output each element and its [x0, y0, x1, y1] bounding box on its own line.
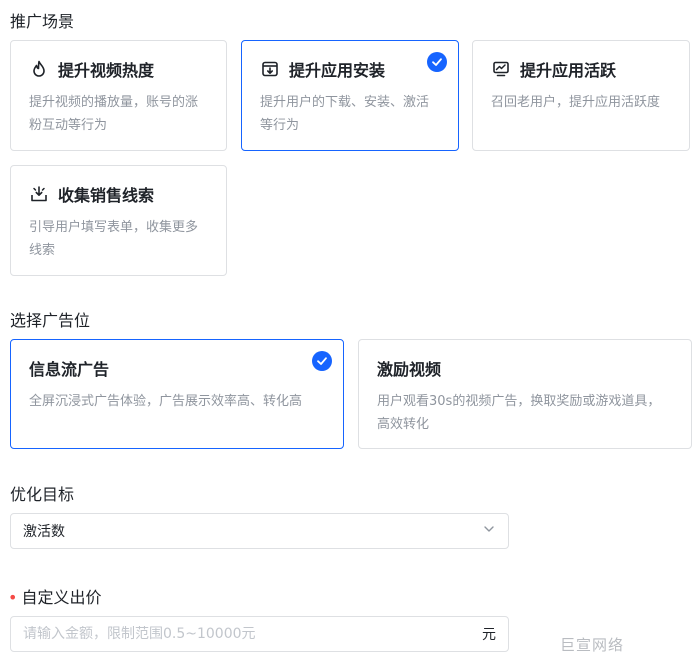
ad-card-reward-video[interactable]: 激励视频 用户观看30s的视频广告，换取奖励或游戏道具，高效转化	[358, 339, 692, 449]
ad-card-title: 信息流广告	[29, 360, 110, 379]
custom-bid-label: 自定义出价	[21, 588, 102, 607]
selected-check-icon	[427, 52, 447, 72]
collect-tray-icon	[29, 184, 49, 204]
scene-card-title: 提升应用安装	[289, 61, 386, 80]
ad-card-desc: 全屏沉浸式广告体验，广告展示效率高、转化高	[29, 394, 303, 409]
scene-card-desc: 引导用户填写表单，收集更多线索	[29, 220, 199, 258]
optimize-goal-value: 激活数	[23, 524, 65, 540]
ad-card-title: 激励视频	[377, 360, 442, 379]
scene-card-sales-leads[interactable]: 收集销售线索 引导用户填写表单，收集更多线索	[10, 165, 227, 276]
scene-card-desc: 提升视频的播放量，账号的涨粉互动等行为	[29, 95, 199, 133]
custom-bid-input[interactable]	[23, 626, 482, 642]
optimize-goal-select[interactable]: 激活数	[10, 513, 509, 549]
scene-card-title: 提升应用活跃	[520, 61, 617, 80]
monitor-chart-icon	[491, 59, 511, 79]
ad-card-desc: 用户观看30s的视频广告，换取奖励或游戏道具，高效转化	[377, 394, 661, 432]
custom-bid-field[interactable]: 元	[10, 616, 509, 652]
promo-scene-title: 推广场景	[10, 12, 75, 31]
scene-card-app-active[interactable]: 提升应用活跃 召回老用户，提升应用活跃度	[472, 40, 690, 151]
scene-card-desc: 召回老用户，提升应用活跃度	[491, 95, 661, 110]
flame-icon	[29, 59, 49, 79]
ad-position-title: 选择广告位	[10, 311, 91, 330]
ad-card-feed[interactable]: 信息流广告 全屏沉浸式广告体验，广告展示效率高、转化高	[10, 339, 344, 449]
scene-card-desc: 提升用户的下载、安装、激活等行为	[260, 95, 430, 133]
scene-card-app-install[interactable]: 提升应用安装 提升用户的下载、安装、激活等行为	[241, 40, 459, 151]
scene-card-title: 提升视频热度	[58, 61, 155, 80]
download-box-icon	[260, 59, 280, 79]
custom-bid-title: • 自定义出价	[8, 584, 101, 608]
bid-unit: 元	[482, 627, 496, 643]
required-mark: •	[8, 588, 18, 607]
chevron-down-icon	[482, 522, 496, 540]
scene-card-video-heat[interactable]: 提升视频热度 提升视频的播放量，账号的涨粉互动等行为	[10, 40, 227, 151]
watermark: 巨宣网络	[560, 636, 625, 654]
scene-card-title: 收集销售线索	[58, 186, 155, 205]
selected-check-icon	[312, 351, 332, 371]
optimize-goal-title: 优化目标	[10, 485, 75, 504]
